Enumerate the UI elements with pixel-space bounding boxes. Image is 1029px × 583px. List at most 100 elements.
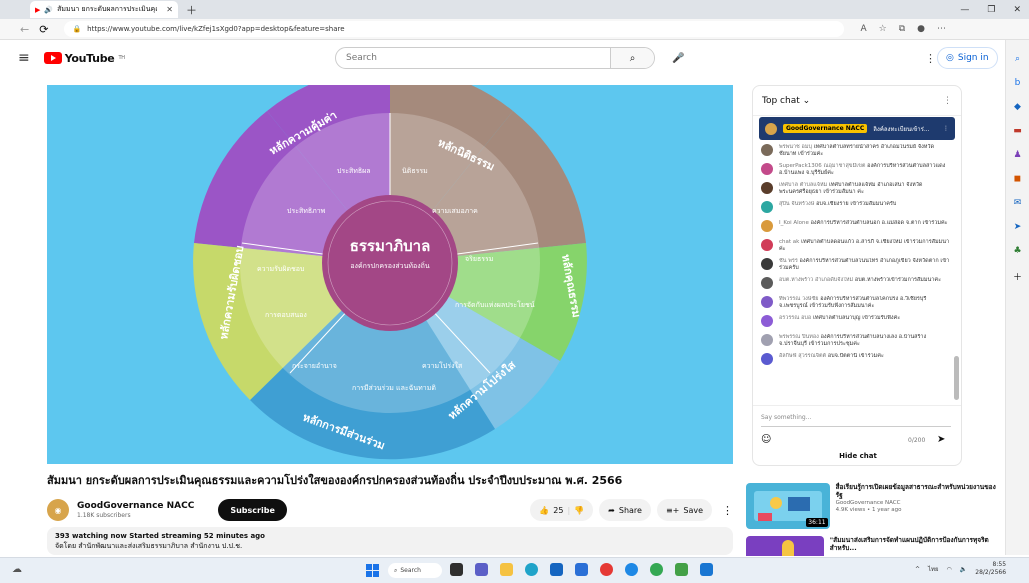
chat-author-avatar[interactable] bbox=[761, 239, 773, 251]
search-input[interactable] bbox=[336, 48, 610, 68]
wifi-icon[interactable]: ◠ bbox=[947, 566, 952, 573]
sidebar-outlook-icon[interactable]: ✉ bbox=[1006, 198, 1029, 208]
taskbar-search[interactable]: ⌕ Search bbox=[388, 563, 442, 578]
profile-icon[interactable]: ● bbox=[917, 24, 925, 34]
chat-scrollbar[interactable] bbox=[954, 356, 959, 400]
chat-author-name[interactable]: อัลกิษฟ์ สุวรรณจิตต์ bbox=[779, 353, 826, 359]
menu-icon[interactable]: ⋯ bbox=[937, 24, 946, 34]
chat-messages: พรพนาช อมบุ เทศบาลตำบลทรายน้ำสาคร อำเภอม… bbox=[753, 141, 961, 368]
chat-author-name[interactable]: chat ak bbox=[779, 239, 799, 245]
tab-audio-icon[interactable]: 🔊 bbox=[44, 6, 53, 14]
app-icon-4[interactable] bbox=[675, 563, 688, 576]
chat-author-avatar[interactable] bbox=[761, 201, 773, 213]
edge-icon[interactable] bbox=[525, 563, 538, 576]
refresh-icon[interactable]: ⟳ bbox=[39, 23, 48, 36]
app-icon-5[interactable] bbox=[700, 563, 713, 576]
microphone-icon[interactable]: 🎤 bbox=[672, 53, 684, 64]
chat-app-icon[interactable] bbox=[475, 563, 488, 576]
chat-author-avatar[interactable] bbox=[761, 277, 773, 289]
favorite-icon[interactable]: ☆ bbox=[879, 24, 887, 34]
restore-icon[interactable]: ❐ bbox=[987, 5, 995, 15]
recommendation-thumbnail[interactable] bbox=[746, 536, 824, 556]
recommendation-item[interactable]: "สัมมนาส่งเสริมการจัดทำแผนปฏิบัติการป้อง… bbox=[746, 536, 1002, 556]
chat-author-avatar[interactable] bbox=[761, 353, 773, 365]
chat-author-name[interactable]: พรพรรณ ปิ่นทอง bbox=[779, 334, 819, 340]
sidebar-search-icon[interactable]: ⌕ bbox=[1006, 54, 1029, 64]
hamburger-menu-icon[interactable]: ≡ bbox=[18, 50, 30, 66]
video-player[interactable]: ธรรมาภิบาล องค์กรปกครองส่วนท้องถิ่น หลัก… bbox=[47, 85, 733, 464]
share-button[interactable]: ➦ Share bbox=[599, 499, 651, 521]
recommendation-item[interactable]: 36:11 สื่อเรียนรู้การเปิดเผยข้อมูลสาธารณ… bbox=[746, 483, 1002, 529]
pinned-kebab-icon[interactable]: ⋮ bbox=[943, 125, 949, 132]
chat-author-name[interactable]: ทิพวรรณ วงษ์ชัย bbox=[779, 296, 818, 302]
chat-author-avatar[interactable] bbox=[761, 334, 773, 346]
app-icon-2[interactable] bbox=[600, 563, 613, 576]
chat-author-name[interactable]: พรพนาช อมบุ bbox=[779, 144, 812, 150]
tab-close-icon[interactable]: ✕ bbox=[166, 5, 173, 14]
recommendation-thumbnail[interactable]: 36:11 bbox=[746, 483, 830, 529]
read-aloud-icon[interactable]: A bbox=[860, 24, 866, 34]
chat-author-avatar[interactable] bbox=[761, 296, 773, 308]
tray-chevron-icon[interactable]: ^ bbox=[915, 566, 920, 573]
chat-author-name[interactable]: สุปิน จันทร์วงษ์ bbox=[779, 201, 814, 207]
file-explorer-icon[interactable] bbox=[500, 563, 513, 576]
sidebar-tag-icon[interactable]: ◆ bbox=[1006, 102, 1029, 112]
sidebar-briefcase-icon[interactable]: ▬ bbox=[1006, 126, 1029, 136]
sidebar-send-icon[interactable]: ➤ bbox=[1006, 222, 1029, 232]
channel-avatar[interactable]: ◉ bbox=[47, 499, 69, 521]
chat-kebab-icon[interactable]: ⋮ bbox=[943, 96, 952, 106]
save-button[interactable]: ≡+ Save bbox=[656, 499, 712, 521]
chrome-icon[interactable] bbox=[650, 563, 663, 576]
app-icon-1[interactable] bbox=[575, 563, 588, 576]
hide-chat-button[interactable]: Hide chat bbox=[753, 452, 961, 460]
send-icon[interactable]: ➤ bbox=[937, 434, 945, 445]
search-icon[interactable]: ⌕ bbox=[610, 48, 654, 68]
collections-icon[interactable]: ⧉ bbox=[899, 24, 905, 34]
dislike-icon[interactable]: 👎 bbox=[574, 506, 584, 515]
settings-kebab-icon[interactable]: ⋮ bbox=[925, 52, 936, 65]
minimize-icon[interactable]: — bbox=[960, 5, 969, 15]
chat-author-avatar[interactable] bbox=[761, 163, 773, 175]
sidebar-bing-icon[interactable]: b bbox=[1006, 78, 1029, 88]
sign-in-button[interactable]: ◎ Sign in bbox=[937, 47, 998, 69]
start-icon[interactable] bbox=[366, 564, 379, 577]
like-icon[interactable]: 👍 bbox=[539, 506, 549, 515]
sidebar-games-icon[interactable]: ♟ bbox=[1006, 150, 1029, 160]
sidebar-add-icon[interactable]: ＋ bbox=[1006, 270, 1029, 283]
clock[interactable]: 8:55 28/2/2566 bbox=[975, 561, 1006, 577]
chat-author-avatar[interactable] bbox=[761, 182, 773, 194]
task-view-icon[interactable] bbox=[450, 563, 463, 576]
app-icon-3[interactable] bbox=[625, 563, 638, 576]
chat-author-avatar[interactable] bbox=[761, 315, 773, 327]
chat-author-name[interactable]: อบต.หางพร้าว อำเภอดับจังใหม่ bbox=[779, 277, 853, 283]
subscribe-button[interactable]: Subscribe bbox=[218, 499, 287, 521]
close-window-icon[interactable]: ✕ bbox=[1013, 5, 1021, 15]
chat-author-avatar[interactable] bbox=[761, 220, 773, 232]
url-field[interactable]: 🔒 https://www.youtube.com/live/kZfej1sXg… bbox=[64, 21, 845, 37]
chat-author-name[interactable]: ชัน พรร bbox=[779, 258, 798, 264]
chat-author-name[interactable]: I_Koi Alone bbox=[779, 220, 809, 226]
chat-mode-dropdown[interactable]: Top chat ⌄ bbox=[762, 96, 810, 106]
store-icon[interactable] bbox=[550, 563, 563, 576]
browser-tab-active[interactable]: ▶ 🔊 สัมมนา ยกระดับผลการประเมินคุณ ✕ bbox=[30, 1, 178, 18]
pinned-message[interactable]: GoodGovernance NACC ลิงค์ลงทะเบียนเข้าร่… bbox=[759, 117, 955, 140]
sidebar-tree-icon[interactable]: ♣ bbox=[1006, 246, 1029, 256]
language-indicator[interactable]: ไทย bbox=[928, 564, 939, 574]
chat-author-name[interactable]: SuperPack1306 ณอุมาชาสุขมีเขต bbox=[779, 163, 865, 169]
more-actions-icon[interactable]: ⋮ bbox=[718, 504, 737, 517]
volume-icon[interactable]: 🔈 bbox=[960, 566, 967, 573]
chat-author-avatar[interactable] bbox=[761, 144, 773, 156]
sidebar-office-icon[interactable]: ◼ bbox=[1006, 174, 1029, 184]
widgets-icon[interactable]: ☁ bbox=[12, 564, 22, 575]
sign-in-label: Sign in bbox=[957, 53, 989, 63]
chat-author-avatar[interactable] bbox=[761, 258, 773, 270]
new-tab-button[interactable]: ＋ bbox=[186, 2, 197, 18]
youtube-logo[interactable]: YouTube TH bbox=[43, 52, 125, 65]
back-icon[interactable]: ← bbox=[20, 23, 29, 36]
chat-author-name[interactable]: เทศบาล ตำบลแจ้ห่ม bbox=[779, 182, 827, 188]
channel-name[interactable]: GoodGovernance NACC bbox=[77, 501, 194, 511]
chat-author-name[interactable]: อรวรรณ อบอ bbox=[779, 315, 811, 321]
emoji-icon[interactable]: ☺ bbox=[761, 434, 771, 445]
description-box[interactable]: 393 watching now Started streaming 52 mi… bbox=[47, 527, 733, 555]
chat-input[interactable]: Say something... bbox=[761, 414, 811, 421]
